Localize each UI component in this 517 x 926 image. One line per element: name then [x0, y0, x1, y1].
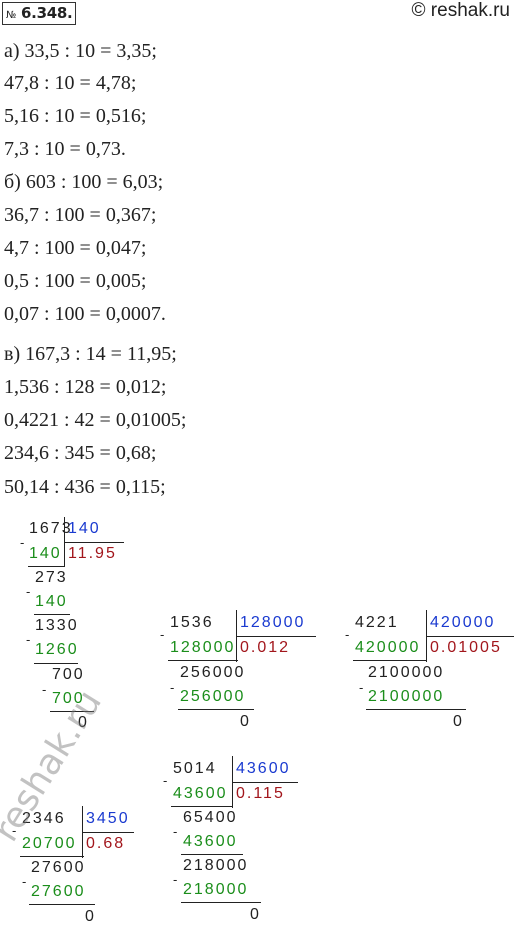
divisor: 3450 [86, 810, 130, 827]
remainder: 1330 [35, 617, 79, 634]
minus-sign: - [42, 682, 49, 697]
minus-sign: - [173, 824, 180, 839]
subtrahend: 43600 [183, 833, 238, 850]
solution-line: 4,7 : 100 = 0,047; [4, 237, 147, 259]
problem-number-badge: № 6.348. [2, 2, 77, 25]
subtrahend: 140 [29, 545, 62, 562]
divisor: 140 [68, 520, 101, 537]
step-line [366, 709, 466, 710]
minus-sign: - [20, 535, 27, 550]
step-line [181, 902, 261, 903]
divisor: 128000 [240, 614, 306, 631]
quotient: 0.115 [236, 785, 285, 802]
solution-line: а) 33,5 : 10 = 3,35; [4, 40, 157, 62]
dividend: 4221 [355, 614, 399, 631]
minus-sign: - [160, 627, 167, 642]
solution-line: 7,3 : 10 = 0,73. [4, 138, 126, 160]
final-remainder: 0 [250, 906, 261, 923]
minus-sign: - [26, 584, 33, 599]
solution-line: б) 603 : 100 = 6,03; [4, 171, 164, 193]
quotient: 11.95 [68, 545, 117, 562]
subtrahend: 27600 [31, 883, 86, 900]
remainder: 65400 [183, 809, 238, 826]
dividend: 1536 [170, 614, 214, 631]
minus-sign: - [26, 632, 33, 647]
step-line [28, 566, 64, 567]
step-line [178, 709, 254, 710]
step-line [168, 660, 238, 661]
quotient: 0.01005 [430, 639, 502, 656]
subtrahend: 20700 [22, 835, 77, 852]
quotient-line [426, 636, 514, 637]
subtrahend: 1260 [35, 641, 79, 658]
solution-line: 0,5 : 100 = 0,005; [4, 270, 147, 292]
remainder: 700 [52, 666, 85, 683]
solution-line: 234,6 : 345 = 0,68; [4, 442, 157, 464]
divisor: 43600 [236, 760, 291, 777]
solution-line: 36,7 : 100 = 0,367; [4, 204, 157, 226]
solution-line: 47,8 : 10 = 4,78; [4, 72, 137, 94]
remainder: 273 [35, 569, 68, 586]
remainder: 256000 [180, 664, 246, 681]
step-line [353, 660, 427, 661]
minus-sign: - [359, 680, 366, 695]
quotient-line [236, 636, 316, 637]
remainder: 27600 [31, 859, 86, 876]
dividend: 1673 [29, 520, 73, 537]
subtrahend: 43600 [173, 785, 228, 802]
final-remainder: 0 [85, 908, 96, 925]
solution-line: 1,536 : 128 = 0,012; [4, 376, 167, 398]
subtrahend: 256000 [180, 688, 246, 705]
final-remainder: 0 [453, 713, 464, 730]
minus-sign: - [163, 773, 170, 788]
step-line [181, 854, 243, 855]
quotient-line [232, 782, 298, 783]
step-line [34, 663, 78, 664]
subtrahend: 420000 [355, 639, 421, 656]
solution-line: 5,16 : 10 = 0,516; [4, 105, 147, 127]
quotient-line [82, 832, 134, 833]
minus-sign: - [22, 874, 29, 889]
dividend: 5014 [173, 760, 217, 777]
subtrahend: 218000 [183, 881, 249, 898]
step-line [171, 806, 233, 807]
solution-line: в) 167,3 : 14 = 11,95; [4, 343, 177, 365]
subtrahend: 140 [35, 593, 68, 610]
subtrahend: 2100000 [368, 688, 445, 705]
solution-line: 0,4221 : 42 = 0,01005; [4, 409, 187, 431]
remainder: 218000 [183, 857, 249, 874]
site-credit[interactable]: © reshak.ru [412, 0, 510, 22]
problem-number: 6.348. [21, 4, 73, 22]
subtrahend: 128000 [170, 639, 236, 656]
minus-sign: - [345, 627, 352, 642]
quotient-line [64, 542, 124, 543]
solution-line: 50,14 : 436 = 0,115; [4, 476, 166, 498]
divisor: 420000 [430, 614, 496, 631]
minus-sign: - [173, 872, 180, 887]
number-sign: № [6, 10, 17, 21]
step-line [20, 856, 84, 857]
quotient: 0.012 [240, 639, 291, 656]
final-remainder: 0 [240, 713, 251, 730]
quotient: 0.68 [86, 835, 126, 852]
solution-line: 0,07 : 100 = 0,0007. [4, 303, 166, 325]
step-line [34, 614, 70, 615]
minus-sign: - [170, 680, 177, 695]
step-line [29, 904, 95, 905]
remainder: 2100000 [368, 664, 445, 681]
